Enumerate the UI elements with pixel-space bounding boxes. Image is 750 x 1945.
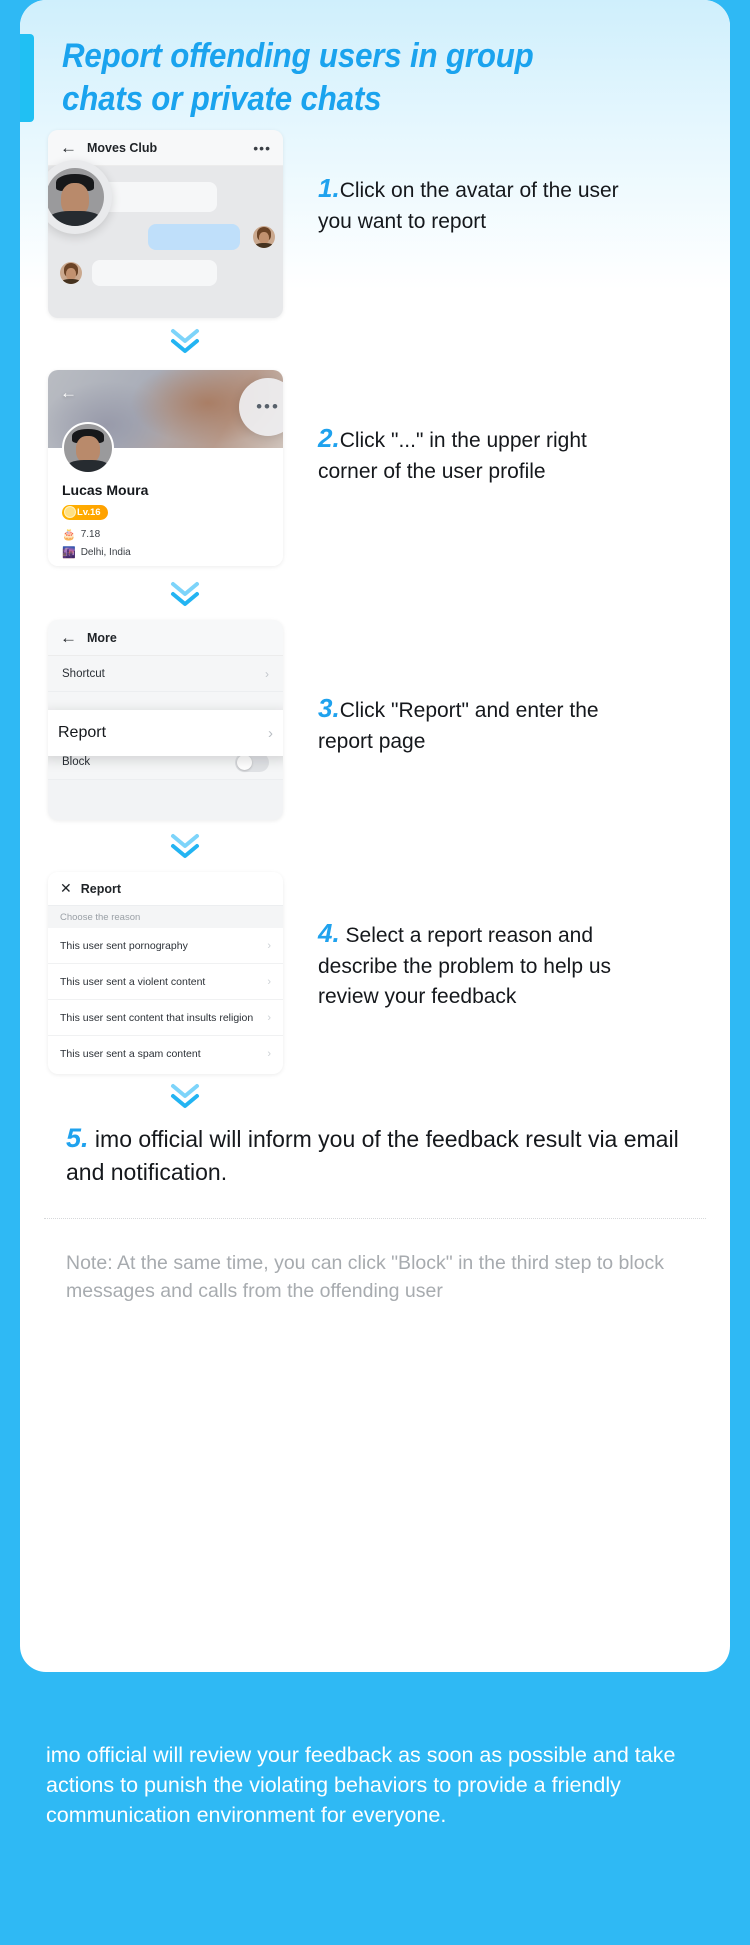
note-text: Note: At the same time, you can click "B…: [66, 1252, 665, 1302]
back-arrow-icon[interactable]: ←: [60, 384, 77, 401]
page-title: Report offending users in group chats or…: [62, 37, 534, 118]
close-x-icon[interactable]: ✕: [60, 880, 72, 897]
avatar-small-right[interactable]: [253, 226, 275, 248]
step2-profile-mockup: ← ••• Lucas Moura Lv.16 🎂 7.18 🌆 Delhi, …: [48, 370, 283, 566]
step2-text: 2.Click "..." in the upper right corner …: [318, 420, 638, 487]
more-menu-title: More: [87, 630, 117, 645]
chevron-right-icon: ›: [268, 724, 273, 742]
step4-report-page-mockup: ✕ Report Choose the reason This user sen…: [48, 872, 283, 1074]
chevron-right-icon: ›: [267, 939, 271, 952]
menu-item-label: Report: [58, 724, 107, 741]
section-divider: [44, 1218, 706, 1219]
birthday-value: 7.18: [80, 529, 101, 540]
step3-description: Click "Report" and enter the report page: [318, 699, 599, 753]
step1-text: 1.Click on the avatar of the user you wa…: [318, 170, 628, 237]
step5-number: 5.: [66, 1123, 89, 1153]
profile-location: 🌆 Delhi, India: [62, 546, 131, 559]
divider-chevron-4: [165, 1080, 205, 1114]
location-value: Delhi, India: [80, 547, 131, 558]
footer-text: imo official will review your feedback a…: [46, 1743, 676, 1828]
report-reason-row[interactable]: This user sent pornography ›: [48, 928, 283, 964]
report-reason-row[interactable]: This user sent content that insults reli…: [48, 1000, 283, 1036]
back-arrow-icon[interactable]: ←: [60, 629, 77, 646]
step3-text: 3.Click "Report" and enter the report pa…: [318, 690, 638, 757]
report-section-label: Choose the reason: [48, 906, 283, 928]
avatar-small-left[interactable]: [60, 262, 82, 284]
chat-title: Moves Club: [87, 140, 158, 155]
divider-chevron-2: [165, 578, 205, 612]
divider-chevron-3: [165, 830, 205, 864]
step1-chat-mockup: ← Moves Club •••: [48, 130, 283, 318]
menu-item-shortcut[interactable]: Shortcut ›: [48, 656, 283, 692]
report-reason-label: This user sent a violent content: [60, 975, 206, 988]
toggle-knob: [237, 755, 252, 770]
step2-number: 2.: [318, 423, 340, 453]
more-menu-header: ← More: [48, 620, 283, 656]
report-reason-row[interactable]: This user sent a spam content ›: [48, 1036, 283, 1072]
divider-chevron-1: [165, 325, 205, 359]
report-header: ✕ Report: [48, 872, 283, 906]
menu-item-report[interactable]: Report ›: [48, 710, 283, 756]
step4-description: Select a report reason and describe the …: [318, 924, 612, 1008]
footer-banner: imo official will review your feedback a…: [0, 1700, 750, 1945]
step2-description: Click "..." in the upper right corner of…: [318, 429, 587, 483]
step5-description: imo official will inform you of the feed…: [66, 1126, 679, 1185]
report-reason-label: This user sent pornography: [60, 939, 188, 952]
medal-icon: [64, 506, 76, 518]
report-reason-label: This user sent content that insults reli…: [60, 1011, 254, 1024]
more-dots-icon[interactable]: •••: [253, 141, 271, 155]
level-badge: Lv.16: [62, 505, 108, 520]
step4-text: 4. Select a report reason and describe t…: [318, 915, 658, 1012]
step1-description: Click on the avatar of the user you want…: [318, 179, 619, 233]
step4-number: 4.: [318, 918, 340, 948]
city-icon: 🌆: [62, 547, 76, 559]
chat-bubble-outgoing: [148, 224, 240, 250]
infographic-page: Report offending users in group chats or…: [0, 0, 750, 1945]
step5-text: 5. imo official will inform you of the f…: [66, 1120, 686, 1188]
chevron-right-icon: ›: [265, 666, 269, 681]
level-badge-label: Lv.16: [77, 507, 101, 518]
menu-item-label: Block: [62, 755, 91, 768]
profile-info: Lucas Moura Lv.16 🎂 7.18 🌆 Delhi, India: [48, 422, 283, 566]
chevron-right-icon: ›: [267, 975, 271, 988]
chevron-right-icon: ›: [267, 1011, 271, 1024]
report-title: Report: [80, 881, 122, 896]
step3-number: 3.: [318, 693, 340, 723]
chevron-right-icon: ›: [267, 1048, 271, 1060]
back-arrow-icon[interactable]: ←: [60, 139, 77, 156]
menu-item-label: Shortcut: [62, 667, 105, 680]
left-accent-tab: [20, 34, 34, 122]
step1-number: 1.: [318, 173, 340, 203]
content-card: Report offending users in group chats or…: [20, 0, 730, 1672]
profile-name: Lucas Moura: [62, 482, 149, 498]
avatar[interactable]: [62, 422, 114, 474]
chat-bubble-incoming-2: [92, 260, 217, 286]
step3-more-menu-mockup: ← More Shortcut › Block Report ›: [48, 620, 283, 820]
highlighted-avatar[interactable]: [48, 160, 112, 234]
report-reason-row[interactable]: This user sent a violent content ›: [48, 964, 283, 1000]
birthday-cake-icon: 🎂: [62, 529, 76, 541]
report-reason-label: This user sent a spam content: [60, 1048, 201, 1060]
profile-birthday: 🎂 7.18: [62, 528, 100, 541]
